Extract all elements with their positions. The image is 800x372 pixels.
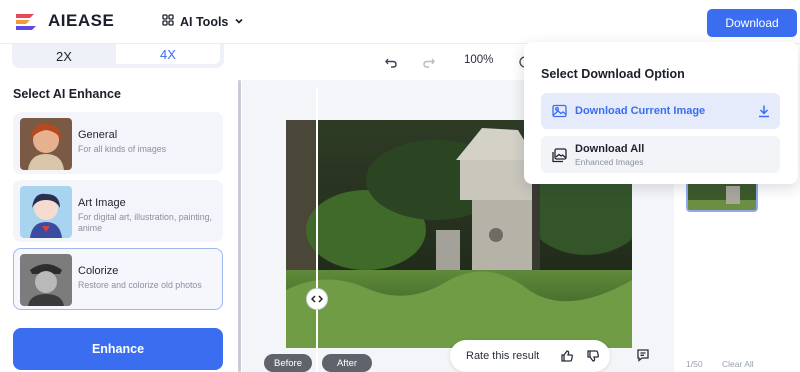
image-icon [551, 103, 567, 119]
after-label[interactable]: After [322, 354, 372, 372]
split-handle-icon[interactable] [306, 288, 328, 310]
enhance-name: Art Image [78, 197, 126, 209]
left-panel-scrollbar[interactable] [238, 80, 241, 372]
section-title: Select AI Enhance [13, 87, 121, 101]
scale-option-4x[interactable]: 4X [116, 44, 220, 64]
redo-icon[interactable] [420, 53, 438, 71]
enhance-panel: 2X 4X Select AI Enhance General For all … [0, 44, 240, 372]
clear-all-link[interactable]: Clear All [722, 359, 754, 369]
rate-widget: Rate this result [450, 340, 610, 372]
enhance-option-general[interactable]: General For all kinds of images [13, 112, 223, 174]
undo-icon[interactable] [382, 53, 400, 71]
rate-label: Rate this result [466, 350, 540, 362]
download-all-option[interactable]: Download All Enhanced Images [541, 136, 780, 173]
enhance-name: Colorize [78, 265, 119, 277]
thumbs-up-icon[interactable] [558, 347, 576, 365]
download-options-menu: Select Download Option Download Current … [524, 42, 798, 184]
grid-icon [162, 14, 174, 29]
download-button[interactable]: Download [707, 9, 797, 37]
download-all-sublabel: Enhanced Images [575, 157, 644, 167]
logo-icon [14, 11, 40, 31]
enhance-name: General [78, 129, 118, 141]
art-image-thumbnail [20, 186, 72, 238]
colorize-thumbnail [20, 254, 72, 306]
thumbs-down-icon[interactable] [584, 347, 602, 365]
download-arrow-icon [756, 103, 772, 119]
compare-split-line[interactable] [316, 88, 318, 372]
zoom-level[interactable]: 100% [464, 54, 493, 66]
download-menu-title: Select Download Option [541, 67, 685, 81]
enhance-option-colorize[interactable]: Colorize Restore and colorize old photos [13, 248, 223, 310]
history-thumbnail[interactable] [686, 180, 758, 212]
enhance-button[interactable]: Enhance [13, 328, 223, 370]
enhance-desc: For all kinds of images [78, 144, 167, 154]
download-all-label: Download All [575, 143, 645, 155]
app-header: AIEASE AI Tools Download [0, 0, 800, 44]
before-label[interactable]: Before [264, 354, 312, 372]
chat-icon[interactable] [634, 346, 652, 364]
brand-logo[interactable]: AIEASE [14, 11, 114, 31]
general-thumbnail [20, 118, 72, 170]
ai-tools-label: AI Tools [180, 14, 229, 29]
images-icon [551, 147, 567, 163]
chevron-down-icon [234, 15, 244, 29]
enhance-desc: For digital art, illustration, painting,… [78, 212, 212, 233]
brand-name: AIEASE [48, 11, 115, 30]
ai-tools-menu[interactable]: AI Tools [162, 14, 244, 29]
download-current-label: Download Current Image [575, 105, 706, 117]
enhance-desc: Restore and colorize old photos [78, 280, 202, 290]
scale-option-2x[interactable]: 2X [12, 44, 116, 68]
history-count: 1/50 [686, 359, 703, 369]
download-current-image-option[interactable]: Download Current Image [541, 93, 780, 129]
scale-selector: 2X 4X [12, 44, 224, 68]
enhance-option-art-image[interactable]: Art Image For digital art, illustration,… [13, 180, 223, 242]
